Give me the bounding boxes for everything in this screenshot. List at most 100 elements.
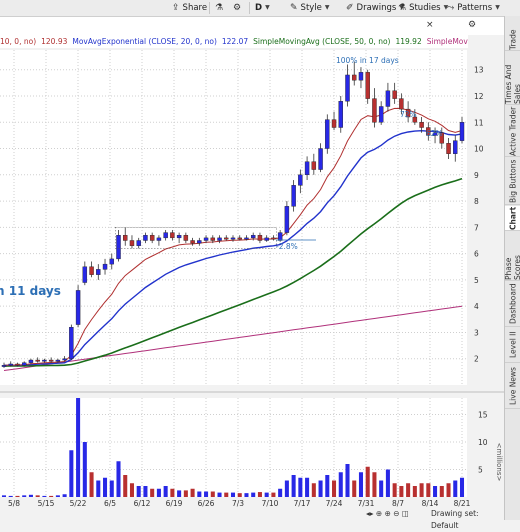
volume-bar bbox=[318, 480, 323, 497]
volume-bar bbox=[69, 450, 74, 497]
candle-body bbox=[163, 232, 168, 239]
price-tick-label: 2 bbox=[474, 355, 479, 364]
volume-bar bbox=[156, 488, 161, 497]
volume-bar bbox=[163, 486, 168, 497]
candle-body bbox=[89, 266, 94, 275]
volume-bar bbox=[379, 480, 384, 497]
flask-icon: ⚗ bbox=[215, 3, 224, 13]
volume-bar bbox=[89, 472, 94, 497]
candle-body bbox=[1, 365, 7, 367]
price-tick-label: 10 bbox=[474, 145, 484, 154]
price-chart[interactable]: 5/8 5/15 5/22 6/5 6/12 6/19 6/26 7/3 7/10 7/17 7/2… bbox=[0, 0, 504, 508]
volume-bar bbox=[332, 480, 337, 497]
chart-settings-button[interactable]: ⚙ bbox=[468, 17, 476, 33]
volume-bar bbox=[298, 477, 303, 497]
x-tick-label: 7/17 bbox=[294, 499, 311, 508]
candle-body bbox=[365, 72, 370, 99]
volume-bar bbox=[399, 486, 404, 497]
tab-big-buttons[interactable]: Big Buttons bbox=[505, 158, 520, 205]
volume-bar bbox=[257, 492, 262, 497]
candle-body bbox=[352, 74, 357, 81]
volume-bar bbox=[325, 475, 330, 497]
volume-bar bbox=[103, 477, 108, 497]
patterns-button[interactable]: ⤳ Patterns ▼ bbox=[447, 1, 500, 15]
volume-bar bbox=[76, 398, 81, 497]
annotation-gain-days: 100% in 17 days bbox=[336, 56, 399, 65]
tab-times-and-sales[interactable]: Times And Sales bbox=[504, 52, 520, 105]
tab-phase-scores[interactable]: Phase Scores bbox=[504, 232, 520, 281]
x-tick-label: 5/22 bbox=[70, 499, 87, 508]
tab-active-trader[interactable]: Active Trader bbox=[505, 106, 520, 157]
volume-bar bbox=[244, 493, 249, 497]
annotation-run-days: n 11 days bbox=[0, 284, 61, 298]
settings-button[interactable]: ⚙ bbox=[233, 1, 241, 15]
study-legend-item[interactable]: 122.07 bbox=[222, 37, 248, 46]
candle-body bbox=[224, 237, 229, 240]
close-chart-button[interactable]: × bbox=[426, 17, 434, 33]
volume-bar bbox=[284, 480, 289, 497]
drawings-button[interactable]: ✐ Drawings ▼ bbox=[346, 1, 404, 15]
study-legend-item[interactable]: SimpleMovingAvg (CLOSE, 50, 0, no) bbox=[253, 37, 390, 46]
candle-body bbox=[284, 206, 290, 233]
candle-body bbox=[109, 258, 114, 265]
tab-level-ii[interactable]: Level II bbox=[505, 328, 520, 363]
style-button[interactable]: ✎ Style ▼ bbox=[290, 1, 330, 15]
volume-bar bbox=[446, 483, 451, 497]
flask-icon: ⚗ bbox=[398, 3, 407, 13]
status-bar: ◂▸ ⊕ ⊕ ⊖ ◫ Drawing set: Default bbox=[0, 508, 504, 530]
volume-bar bbox=[204, 491, 209, 497]
flask-button[interactable]: ⚗ bbox=[215, 1, 223, 15]
chevron-down-icon: ▼ bbox=[265, 4, 270, 11]
volume-bar bbox=[352, 480, 357, 497]
study-legend-item[interactable]: SimpleMovingAvg (CLOSE... bbox=[427, 37, 468, 46]
candle-body bbox=[378, 106, 384, 123]
annotation-pct: 62% bbox=[426, 129, 443, 138]
volume-bar bbox=[190, 488, 195, 497]
tab-live-news[interactable]: Live News bbox=[505, 364, 520, 409]
drawings-label: Drawings bbox=[356, 3, 397, 13]
studies-button[interactable]: ⚗ Studies ▼ bbox=[398, 1, 448, 15]
volume-bar bbox=[305, 477, 310, 497]
candle-body bbox=[244, 237, 249, 240]
candle-body bbox=[149, 235, 155, 241]
volume-bar bbox=[15, 495, 20, 497]
study-legend-item[interactable]: 10, 0, no) bbox=[0, 37, 36, 46]
volume-bar bbox=[264, 492, 269, 497]
patterns-icon: ⤳ bbox=[447, 3, 455, 13]
x-tick-label: 7/3 bbox=[232, 499, 244, 508]
study-legend-item[interactable]: 120.93 bbox=[41, 37, 67, 46]
candle-body bbox=[230, 237, 236, 240]
volume-bar bbox=[251, 492, 256, 497]
candle-body bbox=[264, 237, 269, 241]
study-legend-item[interactable]: MovAvgExponential (CLOSE, 20, 0, no) bbox=[72, 37, 217, 46]
candle-body bbox=[28, 359, 34, 363]
x-tick-label: 6/26 bbox=[198, 499, 215, 508]
drawing-set-label[interactable]: Drawing set: Default bbox=[431, 508, 504, 532]
candle-body bbox=[459, 122, 465, 141]
volume-bar bbox=[55, 495, 60, 497]
volume-bar bbox=[459, 477, 465, 497]
price-tick-label: 11 bbox=[474, 118, 484, 127]
candle-body bbox=[48, 359, 54, 362]
x-tick-label: 5/8 bbox=[8, 499, 20, 508]
candle-body bbox=[35, 359, 40, 362]
volume-bar bbox=[123, 475, 128, 497]
timeframe-button[interactable]: D ▼ bbox=[255, 1, 270, 15]
price-tick-label: 12 bbox=[474, 92, 484, 101]
candle-body bbox=[21, 362, 27, 366]
drawing-tools-icons[interactable]: ◂▸ ⊕ ⊕ ⊖ ◫ bbox=[366, 508, 409, 520]
tab-dashboard[interactable]: Dashboard bbox=[505, 282, 520, 327]
tab-trade[interactable]: Trade bbox=[505, 30, 520, 51]
candle-body bbox=[392, 90, 397, 99]
volume-bar bbox=[217, 492, 222, 497]
share-button[interactable]: ⇪ Share bbox=[172, 1, 207, 15]
volume-bar bbox=[385, 469, 390, 497]
volume-bar bbox=[210, 491, 215, 497]
candle-body bbox=[338, 101, 343, 128]
study-legend-item[interactable]: 119.92 bbox=[395, 37, 421, 46]
candle-body bbox=[8, 363, 13, 366]
gear-icon: ⚙ bbox=[468, 20, 477, 30]
x-tick-label: 6/5 bbox=[104, 499, 116, 508]
candle-body bbox=[318, 148, 323, 170]
tab-chart[interactable]: Chart bbox=[505, 206, 520, 231]
